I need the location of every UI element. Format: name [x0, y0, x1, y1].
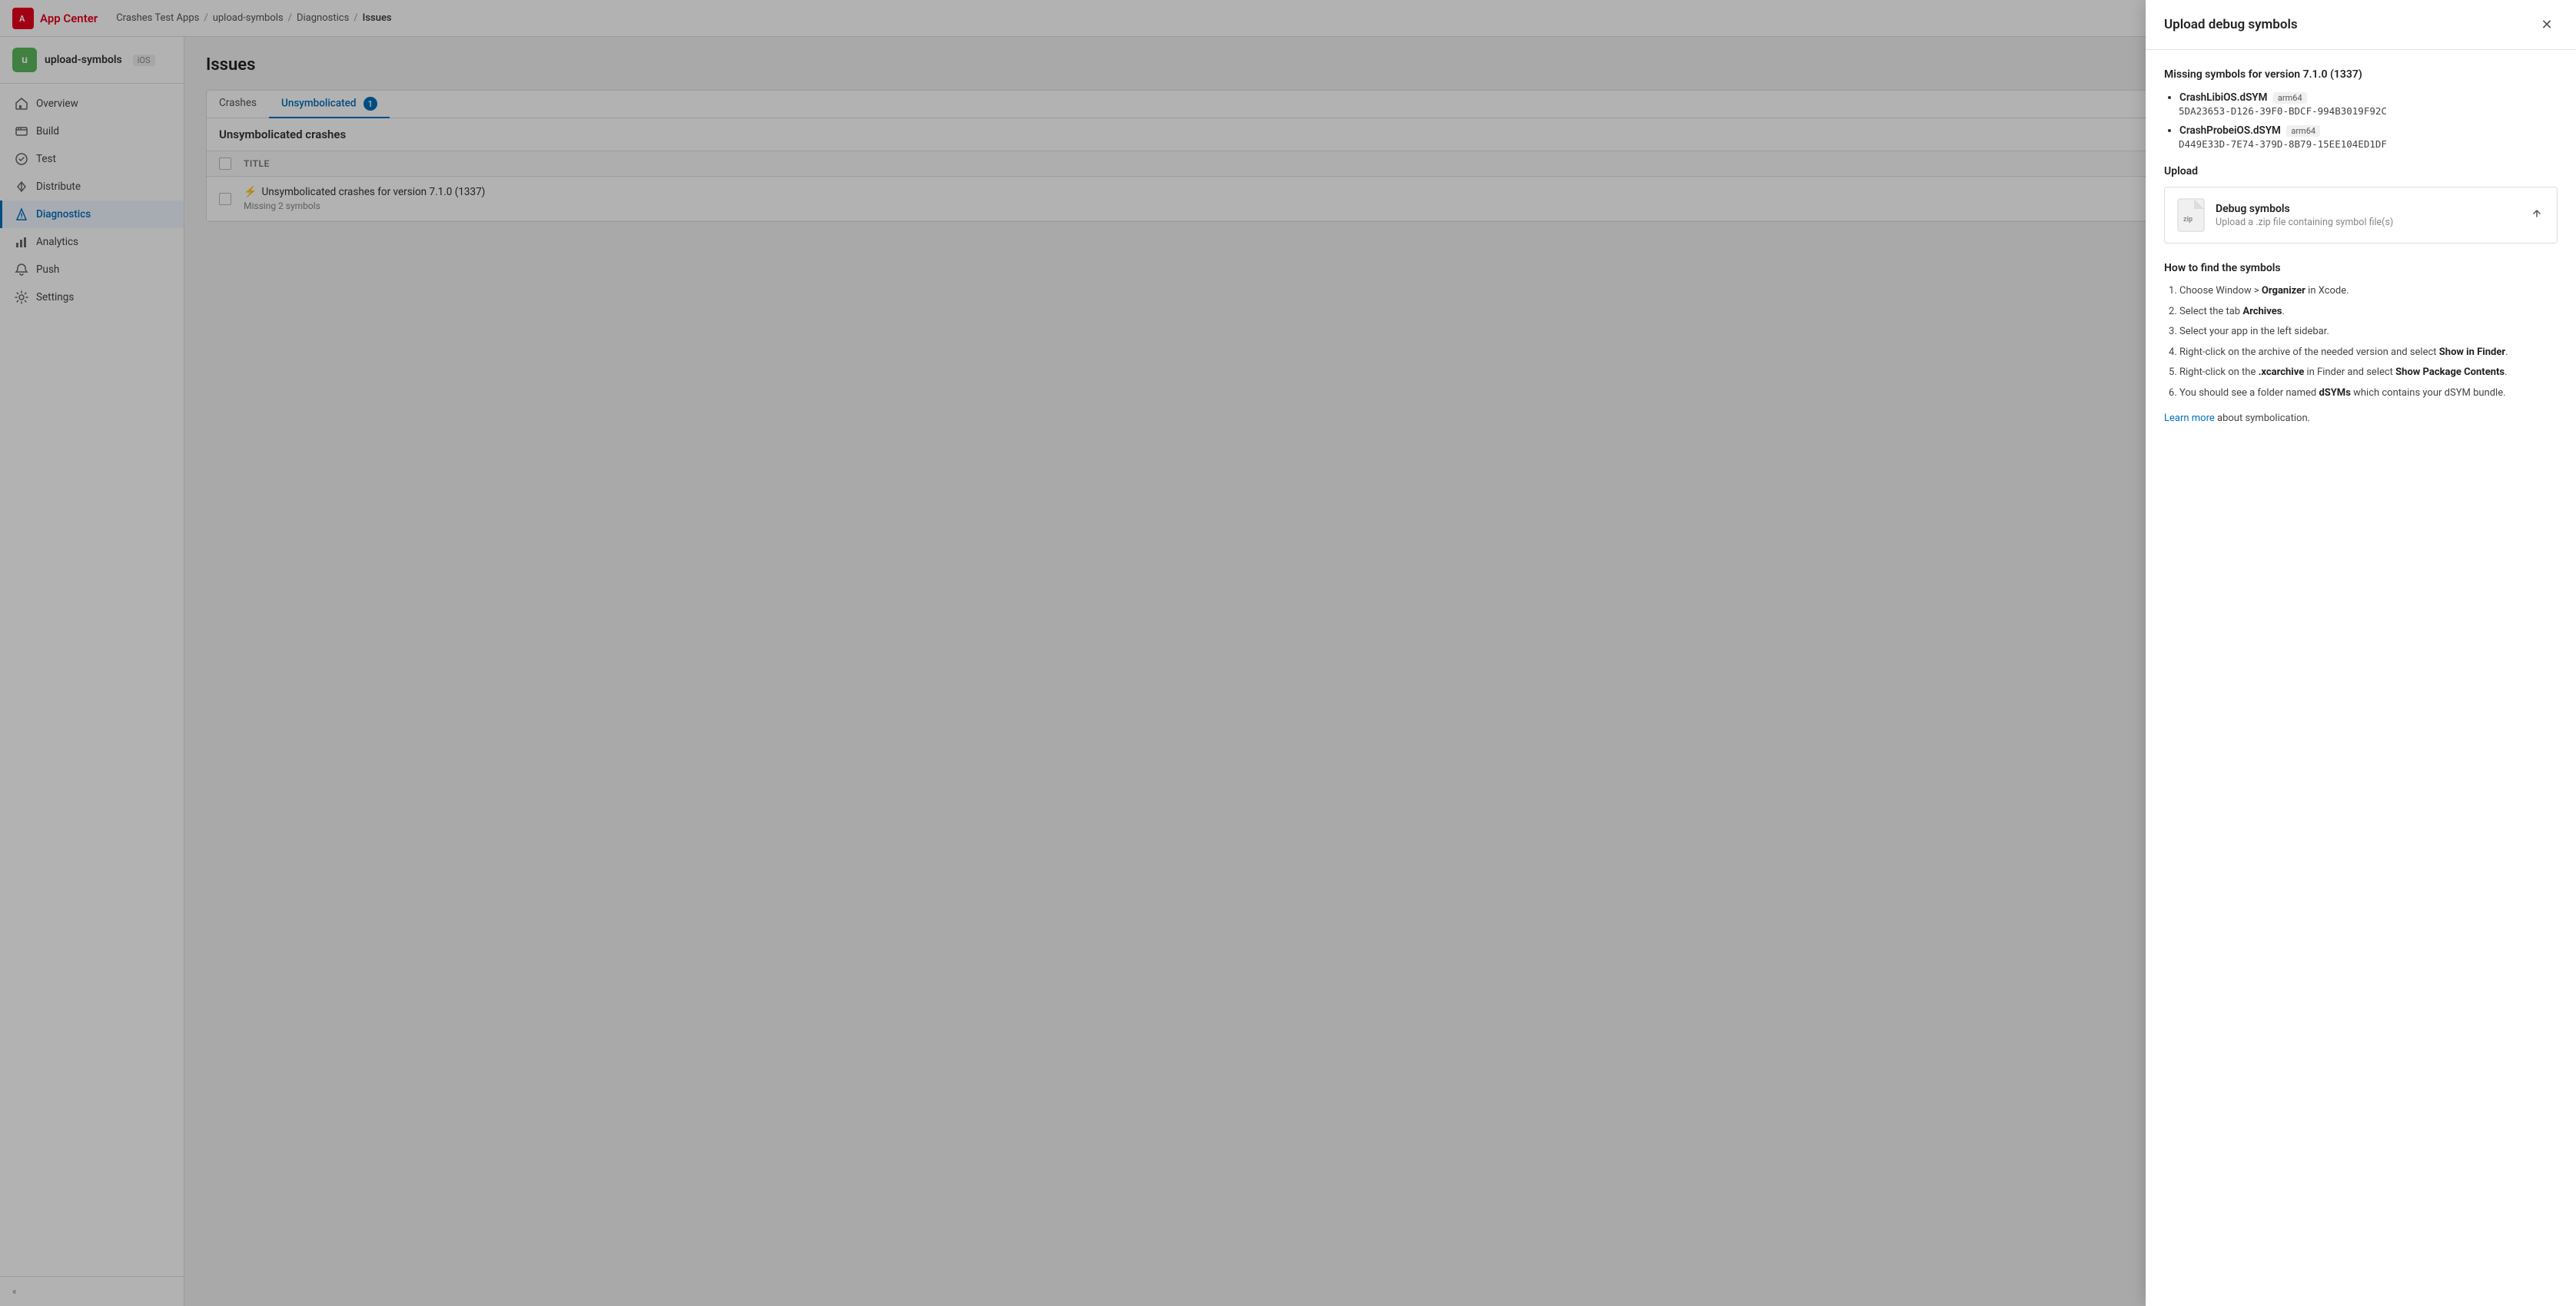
how-to-step-5: Right-click on the .xcarchive in Finder …	[2179, 365, 2558, 380]
how-to-step-2: Select the tab Archives.	[2179, 304, 2558, 320]
symbol-list: CrashLibiOS.dSYM arm64 5DA23653-D126-39F…	[2164, 91, 2558, 150]
upload-debug-symbols-modal: Upload debug symbols ✕ Missing symbols f…	[2146, 0, 2576, 1306]
symbol-arch-2: arm64	[2286, 125, 2320, 137]
symbol-arch-1: arm64	[2273, 92, 2307, 104]
modal-body: Missing symbols for version 7.1.0 (1337)…	[2146, 50, 2576, 443]
how-to-steps: Choose Window > Organizer in Xcode. Sele…	[2164, 283, 2558, 400]
modal-header: Upload debug symbols ✕	[2146, 0, 2576, 50]
svg-text:zip: zip	[2183, 216, 2193, 224]
upload-box-desc: Upload a .zip file containing symbol fil…	[2216, 217, 2518, 228]
learn-more-suffix: about symbolication.	[2217, 413, 2310, 424]
symbol-item-1: CrashLibiOS.dSYM arm64 5DA23653-D126-39F…	[2179, 91, 2558, 117]
upload-box-name: Debug symbols	[2216, 203, 2518, 215]
close-icon: ✕	[2541, 17, 2552, 33]
modal-title: Upload debug symbols	[2164, 17, 2298, 32]
symbol-item-2: CrashProbeiOS.dSYM arm64 D449E33D-7E74-3…	[2179, 124, 2558, 150]
how-to-step-6: You should see a folder named dSYMs whic…	[2179, 386, 2558, 401]
how-to-title: How to find the symbols	[2164, 262, 2558, 274]
modal-close-button[interactable]: ✕	[2536, 14, 2558, 35]
upload-info: Debug symbols Upload a .zip file contain…	[2216, 203, 2518, 228]
learn-more-link[interactable]: Learn more	[2164, 413, 2215, 424]
upload-arrow-icon	[2529, 206, 2544, 224]
how-to-step-4: Right-click on the archive of the needed…	[2179, 345, 2558, 360]
upload-debug-symbols-box[interactable]: zip Debug symbols Upload a .zip file con…	[2164, 187, 2558, 244]
upload-section-label: Upload	[2164, 165, 2558, 177]
missing-symbols-title: Missing symbols for version 7.1.0 (1337)	[2164, 68, 2558, 81]
symbol-hash-1: 5DA23653-D126-39F0-BDCF-994B3019F92C	[2179, 105, 2558, 117]
how-to-step-1: Choose Window > Organizer in Xcode.	[2179, 283, 2558, 299]
symbol-name-1: CrashLibiOS.dSYM	[2179, 91, 2267, 104]
zip-file-icon: zip	[2177, 198, 2205, 232]
symbol-name-2: CrashProbeiOS.dSYM	[2179, 124, 2281, 137]
learn-more: Learn more about symbolication.	[2164, 413, 2558, 424]
how-to-step-3: Select your app in the left sidebar.	[2179, 324, 2558, 340]
symbol-hash-2: D449E33D-7E74-379D-8B79-15EE104ED1DF	[2179, 138, 2558, 150]
